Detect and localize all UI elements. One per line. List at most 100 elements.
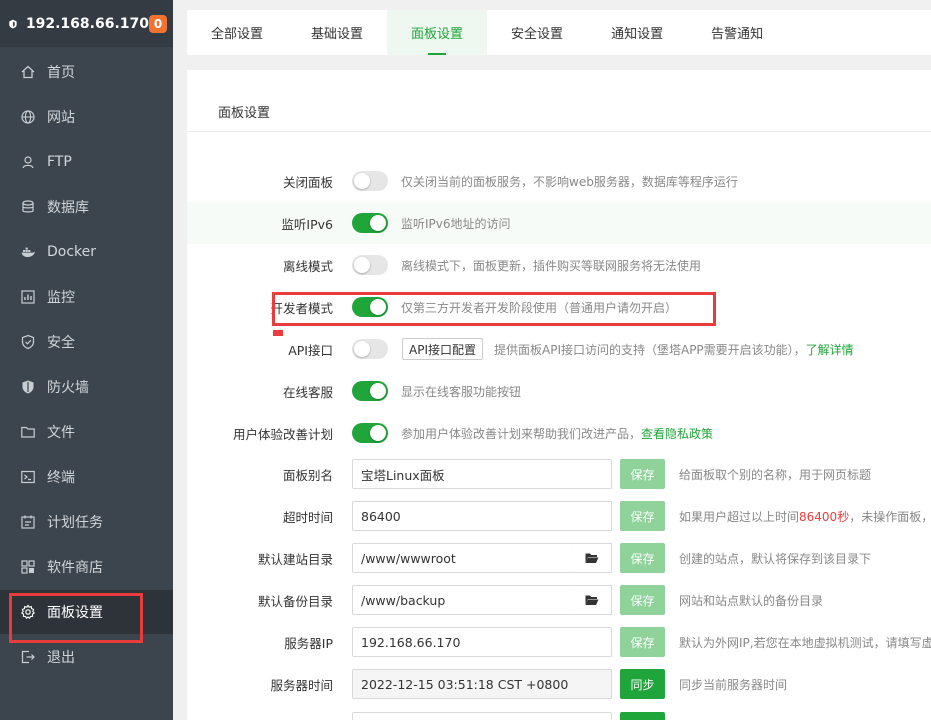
tab-notification-settings[interactable]: 通知设置	[587, 10, 687, 55]
database-icon	[20, 199, 36, 215]
ux-program-toggle[interactable]	[352, 423, 388, 443]
sidebar-item-security[interactable]: 安全	[0, 320, 173, 364]
annotation-mark	[273, 330, 283, 336]
home-icon	[20, 64, 36, 80]
setting-label: 服务器时间	[270, 677, 333, 693]
sidebar-item-label: Docker	[47, 244, 97, 260]
sidebar-item-ftp[interactable]: FTP	[0, 140, 173, 184]
next-button[interactable]	[620, 712, 665, 720]
setting-description: 默认为外网IP,若您在本地虚拟机测试，请填写虚	[679, 635, 931, 650]
sidebar-item-label: 首页	[47, 65, 75, 81]
sidebar-item-panel-settings[interactable]: 面板设置	[0, 590, 173, 634]
close-panel-toggle[interactable]	[352, 171, 388, 191]
sidebar-item-website[interactable]: 网站	[0, 95, 173, 139]
setting-label: 用户体验改善计划	[232, 426, 333, 442]
setting-label: 面板别名	[282, 467, 333, 483]
setting-row-panel-alias: 面板别名 宝塔Linux面板 保存 给面板取个别的名称，用于网页标题	[187, 453, 931, 495]
api-toggle[interactable]	[352, 339, 388, 359]
sidebar-item-store[interactable]: 软件商店	[0, 545, 173, 589]
setting-row-backup-dir: 默认备份目录 /www/backup 保存 网站和站点默认的备份目录	[187, 579, 931, 621]
setting-row-timeout: 超时时间 86400 保存 如果用户超过以上时间86400秒，未操作面板，	[187, 495, 931, 537]
site-dir-input[interactable]: /www/wwwroot	[352, 543, 573, 573]
tab-all-settings[interactable]: 全部设置	[187, 10, 287, 55]
api-config-button[interactable]: API接口配置	[402, 338, 483, 360]
section-title: 面板设置	[218, 106, 271, 121]
setting-label: API接口	[288, 342, 333, 358]
panel-alias-input[interactable]: 宝塔Linux面板	[352, 459, 612, 489]
server-time-field: 2022-12-15 03:51:18 CST +0800	[352, 669, 612, 699]
setting-row-site-dir: 默认建站目录 /www/wwwroot 保存 创建的站点，默认将保存到该目录下	[187, 537, 931, 579]
setting-row-online-service: 在线客服 显示在线客服功能按钮	[187, 370, 931, 412]
save-timeout-button[interactable]: 保存	[620, 501, 665, 531]
sync-time-button[interactable]: 同步	[620, 669, 665, 699]
folder-open-icon[interactable]	[572, 585, 612, 615]
folder-open-icon[interactable]	[572, 543, 612, 573]
sidebar-header: 192.168.66.170 0	[0, 0, 173, 47]
setting-label: 默认备份目录	[257, 593, 333, 609]
shield-icon	[20, 334, 36, 350]
sidebar-item-cron[interactable]: 计划任务	[0, 500, 173, 544]
setting-row-developer-mode: 开发者模式 仅第三方开发者开发阶段使用（普通用户请勿开启）	[187, 286, 931, 328]
sidebar-item-docker[interactable]: Docker	[0, 230, 173, 274]
sidebar-item-logout[interactable]: 退出	[0, 635, 173, 679]
server-ip-input[interactable]: 192.168.66.170	[352, 627, 612, 657]
tab-security-settings[interactable]: 安全设置	[487, 10, 587, 55]
sidebar-item-label: 数据库	[47, 200, 89, 216]
sidebar-item-label: 计划任务	[47, 515, 103, 531]
ftp-icon	[20, 154, 36, 170]
sidebar-item-database[interactable]: 数据库	[0, 185, 173, 229]
tab-basic-settings[interactable]: 基础设置	[287, 10, 387, 55]
sidebar-item-files[interactable]: 文件	[0, 410, 173, 454]
sidebar-item-monitor[interactable]: 监控	[0, 275, 173, 319]
sidebar-item-label: 终端	[47, 470, 75, 486]
sidebar-item-label: 监控	[47, 290, 75, 306]
setting-description: 如果用户超过以上时间86400秒，未操作面板，	[679, 509, 931, 524]
setting-label: 离线模式	[282, 258, 333, 274]
sidebar-item-terminal[interactable]: 终端	[0, 455, 173, 499]
divider	[187, 131, 931, 132]
setting-description: 仅第三方开发者开发阶段使用（普通用户请勿开启）	[401, 300, 678, 315]
sidebar-item-firewall[interactable]: 防火墙	[0, 365, 173, 409]
developer-mode-toggle[interactable]	[352, 297, 388, 317]
offline-mode-toggle[interactable]	[352, 255, 388, 275]
setting-description: 仅关闭当前的面板服务，不影响web服务器，数据库等程序运行	[401, 174, 738, 189]
setting-label: 关闭面板	[282, 174, 333, 190]
sidebar-item-label: 防火墙	[47, 380, 89, 396]
docker-icon	[20, 244, 36, 260]
store-icon	[20, 559, 36, 575]
next-field[interactable]	[352, 712, 612, 720]
learn-more-link[interactable]: 了解详情	[806, 343, 854, 357]
server-host: 192.168.66.170	[25, 15, 149, 32]
save-server-ip-button[interactable]: 保存	[620, 627, 665, 657]
setting-row-ipv6: 监听IPv6 监听IPv6地址的访问	[187, 202, 931, 244]
setting-label: 开发者模式	[270, 300, 333, 316]
notification-badge[interactable]: 0	[149, 14, 167, 33]
panel-settings-card: 面板设置 关闭面板 仅关闭当前的面板服务，不影响web服务器，数据库等程序运行 …	[187, 70, 931, 720]
firewall-icon	[20, 379, 36, 395]
backup-dir-input[interactable]: /www/backup	[352, 585, 573, 615]
setting-row-next	[187, 705, 931, 720]
sidebar-item-label: 安全	[47, 335, 75, 351]
setting-row-close-panel: 关闭面板 仅关闭当前的面板服务，不影响web服务器，数据库等程序运行	[187, 160, 931, 202]
setting-label: 超时时间	[282, 509, 333, 525]
ipv6-toggle[interactable]	[352, 213, 388, 233]
tab-panel-settings[interactable]: 面板设置	[387, 10, 488, 55]
setting-label: 在线客服	[282, 384, 333, 400]
save-site-dir-button[interactable]: 保存	[620, 543, 665, 573]
logout-icon	[20, 649, 36, 665]
tab-alarm-notification[interactable]: 告警通知	[687, 10, 787, 55]
timeout-input[interactable]: 86400	[352, 501, 612, 531]
sidebar-item-home[interactable]: 首页	[0, 50, 173, 94]
settings-tabbar: 全部设置 基础设置 面板设置 安全设置 通知设置 告警通知	[187, 10, 931, 55]
sidebar-item-label: 网站	[47, 110, 75, 126]
privacy-policy-link[interactable]: 查看隐私政策	[641, 427, 713, 441]
setting-description: 网站和站点默认的备份目录	[679, 593, 824, 608]
sidebar-item-label: 面板设置	[47, 605, 103, 621]
globe-icon	[20, 109, 36, 125]
setting-row-server-time: 服务器时间 2022-12-15 03:51:18 CST +0800 同步 同…	[187, 663, 931, 705]
setting-row-api: API接口 API接口配置 提供面板API接口访问的支持（堡塔APP需要开启该功…	[187, 328, 931, 370]
online-service-toggle[interactable]	[352, 381, 388, 401]
save-alias-button[interactable]: 保存	[620, 459, 665, 489]
save-backup-dir-button[interactable]: 保存	[620, 585, 665, 615]
setting-description: 离线模式下，面板更新，插件购买等联网服务将无法使用	[401, 258, 702, 273]
